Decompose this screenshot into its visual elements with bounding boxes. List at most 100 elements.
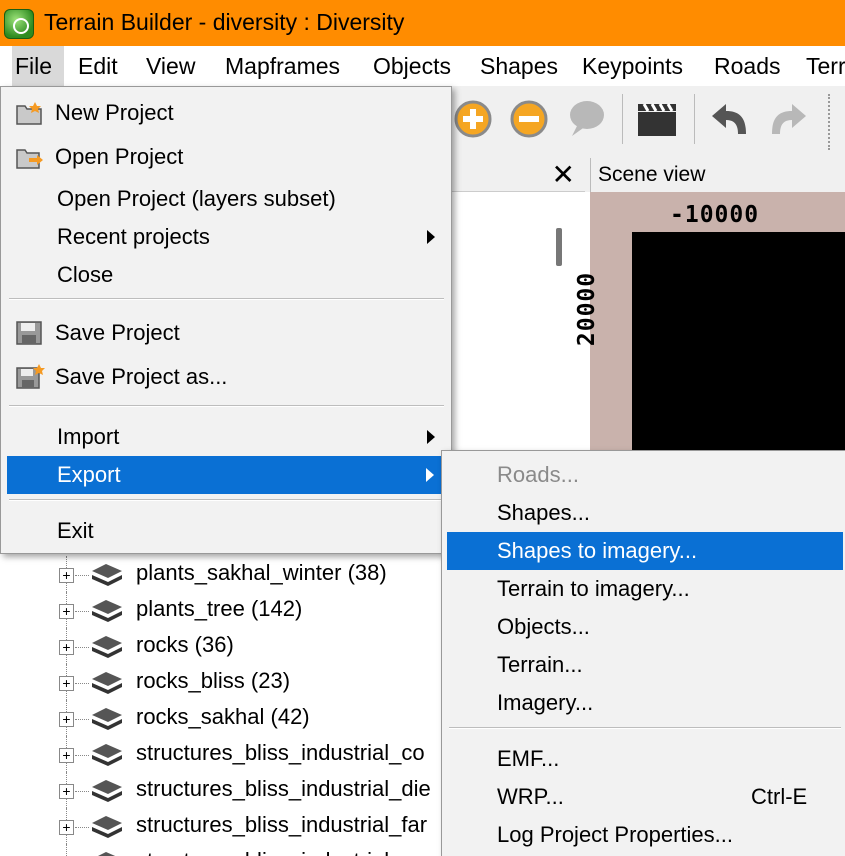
menu-item-export-emf[interactable]: EMF... (442, 740, 844, 778)
tree-row[interactable]: + structures_bliss_industrial_co (0, 736, 440, 772)
menu-item-export-shapes-to-imagery[interactable]: Shapes to imagery... (447, 532, 843, 570)
comment-icon[interactable] (564, 98, 606, 140)
menu-separator (9, 499, 444, 501)
menu-item-export-roads: Roads... (442, 456, 844, 494)
toolbar-separator (622, 94, 623, 144)
ruler-x-label: -10000 (670, 202, 760, 228)
open-project-icon (16, 149, 43, 169)
menu-item-label: Export (57, 462, 121, 487)
menu-separator (9, 298, 444, 300)
menu-item-recent-projects[interactable]: Recent projects (1, 218, 451, 256)
menu-item-new-project[interactable]: New Project (1, 94, 451, 132)
window-title: Terrain Builder - diversity : Diversity (44, 9, 405, 35)
menu-objects[interactable]: Objects (373, 53, 451, 80)
tree-row[interactable]: + plants_sakhal_winter (38) (0, 556, 440, 592)
expand-icon[interactable]: + (59, 820, 74, 835)
redo-icon[interactable] (768, 98, 810, 140)
menu-view[interactable]: View (146, 53, 195, 80)
toolbar-grip[interactable] (828, 94, 832, 150)
menu-item-shortcut: Ctrl-E (751, 784, 808, 809)
tree-connector (75, 719, 89, 720)
expand-icon[interactable]: + (59, 640, 74, 655)
menu-item-label: Shapes to imagery... (497, 538, 698, 563)
export-submenu: Roads... Shapes... Shapes to imagery... … (441, 450, 845, 856)
tree-connector (75, 827, 89, 828)
menu-keypoints[interactable]: Keypoints (582, 53, 683, 80)
tree-connector (75, 791, 89, 792)
tree-connector (75, 647, 89, 648)
menu-item-export[interactable]: Export (7, 456, 444, 494)
expand-icon[interactable]: + (59, 676, 74, 691)
menu-item-label: Open Project (layers subset) (57, 186, 336, 211)
tree-row[interactable]: + structures_bliss_industrial (0, 844, 440, 856)
expand-icon[interactable]: + (59, 712, 74, 727)
menu-item-export-terrain-to-imagery[interactable]: Terrain to imagery... (442, 570, 844, 608)
menu-item-label: New Project (55, 100, 174, 125)
menu-item-close[interactable]: Close (1, 256, 451, 294)
expand-icon[interactable]: + (59, 784, 74, 799)
expand-icon[interactable]: + (59, 748, 74, 763)
menu-item-import[interactable]: Import (1, 418, 451, 456)
zoom-in-icon[interactable] (452, 98, 494, 140)
menu-item-label: Save Project (55, 320, 180, 345)
terrain-builder-app-icon[interactable] (4, 9, 34, 39)
layer-book-icon (92, 672, 122, 694)
menu-terrain[interactable]: Terr (806, 53, 845, 80)
menu-file[interactable]: File (12, 46, 64, 86)
menu-item-export-terrain[interactable]: Terrain... (442, 646, 844, 684)
panel-scrollbar-thumb[interactable] (556, 228, 562, 266)
menu-mapframes[interactable]: Mapframes (225, 53, 340, 80)
scene-view-header: Scene view (590, 158, 845, 192)
ruler-y-label: 20000 (574, 271, 601, 347)
menu-item-exit[interactable]: Exit (1, 512, 451, 550)
layers-tree: + plants_sakhal_winter (38) + plants_tre… (0, 556, 440, 856)
tree-row[interactable]: + structures_bliss_industrial_far (0, 808, 440, 844)
tree-connector (75, 611, 89, 612)
expand-icon[interactable]: + (59, 604, 74, 619)
menu-item-save-project-as[interactable]: Save Project as... (1, 358, 451, 396)
menu-edit[interactable]: Edit (78, 53, 118, 80)
menu-shapes[interactable]: Shapes (480, 53, 558, 80)
panel-header: ✕ (450, 158, 585, 192)
tree-connector (75, 575, 89, 576)
layer-book-icon (92, 564, 122, 586)
save-icon (16, 321, 42, 345)
menu-item-label: EMF... (497, 746, 560, 771)
tree-item-label: structures_bliss_industrial (136, 848, 389, 856)
tree-row[interactable]: + rocks_sakhal (42) (0, 700, 440, 736)
tree-item-label: plants_sakhal_winter (38) (136, 560, 387, 585)
menu-item-open-project-layers-subset[interactable]: Open Project (layers subset) (1, 180, 451, 218)
tree-row[interactable]: + rocks (36) (0, 628, 440, 664)
menu-item-label: Terrain to imagery... (497, 576, 690, 601)
menu-roads[interactable]: Roads (714, 53, 780, 80)
submenu-arrow-icon (427, 430, 435, 444)
zoom-out-icon[interactable] (508, 98, 550, 140)
layer-book-icon (92, 600, 122, 622)
menu-item-label: Exit (57, 518, 94, 543)
menu-item-export-wrp[interactable]: WRP... Ctrl-E (442, 778, 844, 816)
menu-item-export-imagery[interactable]: Imagery... (442, 684, 844, 722)
menu-item-export-shapes[interactable]: Shapes... (442, 494, 844, 532)
tree-item-label: rocks (36) (136, 632, 234, 657)
tree-row[interactable]: + plants_tree (142) (0, 592, 440, 628)
menu-item-label: Terrain... (497, 652, 583, 677)
menu-item-export-objects[interactable]: Objects... (442, 608, 844, 646)
menu-item-label: Objects... (497, 614, 590, 639)
undo-icon[interactable] (708, 98, 750, 140)
menu-item-open-project[interactable]: Open Project (1, 138, 451, 176)
menu-item-save-project[interactable]: Save Project (1, 314, 451, 352)
tree-connector (75, 683, 89, 684)
layer-book-icon (92, 636, 122, 658)
expand-icon[interactable]: + (59, 568, 74, 583)
menu-item-log-project-properties[interactable]: Log Project Properties... (442, 816, 844, 854)
menu-bar: File Edit View Mapframes Objects Shapes … (0, 46, 845, 86)
layer-book-icon (92, 708, 122, 730)
close-panel-icon[interactable]: ✕ (552, 158, 575, 192)
menu-item-label: Recent projects (57, 224, 210, 249)
tree-row[interactable]: + structures_bliss_industrial_die (0, 772, 440, 808)
scene-canvas[interactable] (632, 232, 845, 452)
menu-item-label: Import (57, 424, 120, 449)
clapperboard-icon[interactable] (636, 98, 678, 140)
tree-row[interactable]: + rocks_bliss (23) (0, 664, 440, 700)
menu-item-label: Roads... (497, 462, 579, 487)
